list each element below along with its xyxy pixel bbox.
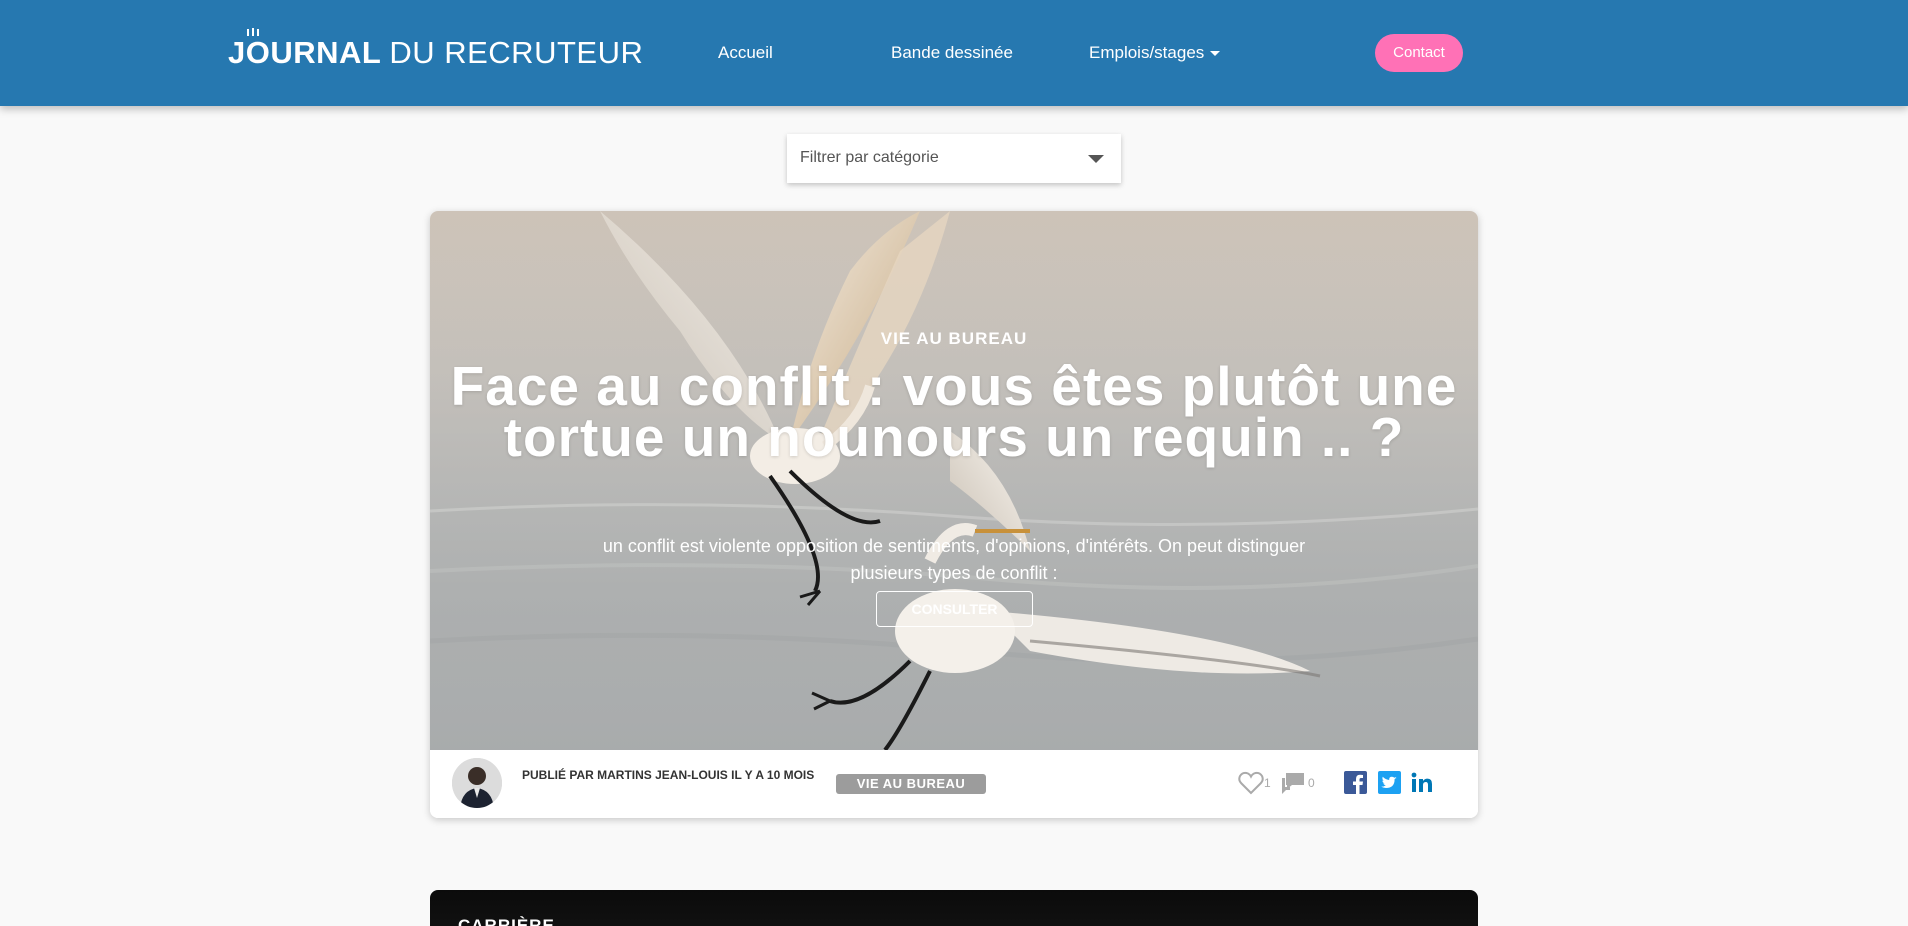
linkedin-icon[interactable] (1410, 771, 1433, 794)
nav-emplois-stages[interactable]: Emplois/stages (1089, 43, 1221, 63)
site-header: JOURNAL DU RECRUTEUR Accueil Bande dessin… (0, 0, 1908, 106)
consulter-button[interactable]: CONSULTER (876, 591, 1033, 627)
nav-emplois-label: Emplois/stages (1089, 43, 1205, 62)
site-logo[interactable]: JOURNAL DU RECRUTEUR (228, 28, 644, 70)
article-title[interactable]: Face au conflit : vous êtes plutôt une t… (430, 359, 1478, 465)
chevron-down-icon (1210, 51, 1221, 57)
category-filter-label: Filtrer par catégorie (800, 149, 939, 166)
heart-outline-icon (1238, 771, 1264, 795)
category-badge[interactable]: VIE AU BUREAU (836, 774, 986, 794)
article-footer: PUBLIÉ PAR MARTINS JEAN-LOUIS IL Y A 10 … (430, 750, 1478, 818)
like-stat[interactable]: 1 (1238, 770, 1271, 796)
article-card[interactable]: VIE AU BUREAU Face au conflit : vous ête… (430, 211, 1478, 818)
comment-stat[interactable]: 0 (1280, 770, 1315, 796)
chat-bubbles-icon (1282, 773, 1304, 794)
person-icon (452, 758, 502, 808)
author-avatar[interactable] (452, 758, 502, 808)
logo-mark-icon (247, 28, 259, 36)
article-card-2[interactable]: CARRIÈRE (430, 890, 1478, 926)
twitter-icon[interactable] (1378, 771, 1401, 794)
nav-accueil[interactable]: Accueil (718, 43, 773, 63)
like-count: 1 (1264, 776, 1271, 790)
contact-button[interactable]: Contact (1375, 34, 1463, 72)
category-filter-select[interactable]: Filtrer par catégorie (787, 134, 1121, 183)
facebook-icon[interactable] (1344, 771, 1367, 794)
article-excerpt: un conflit est violente opposition de se… (602, 536, 1306, 583)
hero-category-label[interactable]: VIE AU BUREAU (430, 329, 1478, 349)
logo-text-bold: JOURNAL (228, 35, 382, 70)
egrets-fighting-illustration (430, 211, 1478, 750)
logo-text-light: DU RECRUTEUR (389, 35, 644, 70)
article-hero-image[interactable]: VIE AU BUREAU Face au conflit : vous ête… (430, 211, 1478, 750)
nav-bande-dessinee[interactable]: Bande dessinée (891, 43, 1013, 63)
author-line: PUBLIÉ PAR MARTINS JEAN-LOUIS IL Y A 10 … (522, 768, 815, 782)
comment-count: 0 (1308, 776, 1315, 790)
caret-down-icon (1088, 155, 1104, 163)
article-2-category[interactable]: CARRIÈRE (458, 916, 555, 926)
